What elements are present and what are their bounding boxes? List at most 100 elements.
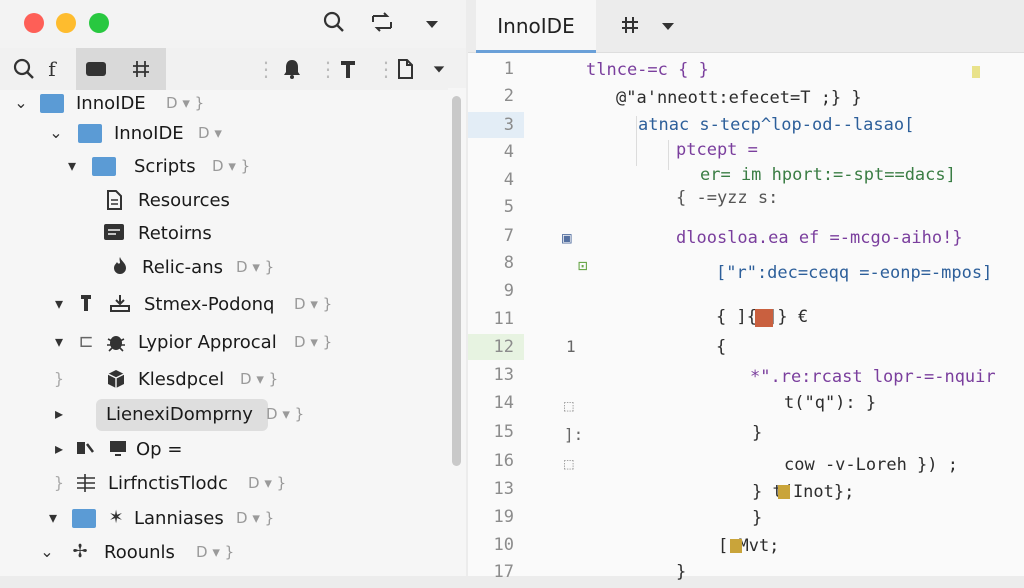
tree-item-klesdpcel[interactable]: } Klesdpcel D ▾ } — [0, 364, 440, 396]
tree-item-retoirns[interactable]: Retoirns — [0, 218, 440, 250]
code-line[interactable]: atnac s-tecp^lop-od--lasao[ — [638, 115, 914, 135]
code-line[interactable]: dloosloa.ea ef =-mcgo-aiho!} — [676, 228, 963, 248]
chevron-down-icon[interactable]: ▾ — [44, 508, 62, 527]
tree-item-relic-ans[interactable]: Relic-ans D ▾ } — [0, 252, 440, 284]
code-line[interactable]: { -=yzz s: — [676, 188, 778, 208]
code-line[interactable]: } — [752, 423, 762, 443]
change-marker[interactable]: ⊡ — [578, 256, 588, 275]
tree-item-label: InnoIDE — [114, 123, 184, 144]
tree-item-scripts[interactable]: ▾ Scripts D ▾ } — [0, 151, 440, 183]
tree-item-lypior-approcal[interactable]: ▾ ⊏ Lypior Approcal D ▾ } — [0, 327, 440, 359]
document-icon[interactable] — [394, 54, 416, 84]
gutter-marker[interactable]: ⬚ — [564, 454, 574, 473]
editor-panel: InnoIDE 1 2 3 4 4 5 7 8 9 11 12 13 14 15… — [468, 0, 1024, 582]
chevron-down-icon[interactable]: ⌄ — [12, 93, 30, 112]
code-line[interactable]: { — [716, 337, 726, 357]
tray-icon — [108, 293, 132, 315]
line-number: 14 — [493, 393, 514, 413]
folder-icon — [92, 155, 116, 177]
divider: ⋮ — [256, 57, 276, 81]
line-number: 10 — [493, 535, 514, 555]
line-number: 13 — [493, 365, 514, 385]
chevron-down-icon[interactable] — [424, 12, 440, 40]
chevron-down-icon[interactable]: ⌄ — [47, 123, 65, 142]
minimize-window-button[interactable] — [56, 13, 76, 33]
tree-item-lienexidomprny[interactable]: ▸ LienexiDomprny D ▾ } — [0, 399, 440, 431]
code-line[interactable]: @"a'nneott:efecet=T ;} } — [616, 88, 862, 108]
tree-item-label: LienexiDomprny — [106, 404, 253, 425]
flow-icon[interactable] — [370, 10, 394, 42]
indent-guide — [636, 116, 637, 166]
chevron-down-icon[interactable]: ▾ — [63, 156, 81, 175]
folder-icon — [40, 92, 64, 114]
indent-guide — [668, 140, 669, 170]
maximize-window-button[interactable] — [89, 13, 109, 33]
panel-icon[interactable] — [76, 48, 116, 90]
tree-item-resources[interactable]: Resources — [0, 185, 440, 217]
color-swatch — [755, 309, 773, 327]
tools-icon — [74, 438, 98, 460]
tree-item-meta: D ▾ } — [166, 94, 205, 112]
breakpoint-marker[interactable]: ▣ — [562, 228, 572, 247]
bell-icon[interactable] — [280, 54, 304, 84]
collapsed-indicator[interactable]: } — [50, 369, 68, 388]
code-line[interactable]: tlnce-=c { } — [586, 60, 709, 80]
folder-icon — [78, 122, 102, 144]
code-line[interactable]: [-Mvt; — [718, 536, 779, 556]
code-line[interactable]: cow -v-Loreh }) ; — [784, 455, 958, 475]
chevron-down-icon[interactable]: ⌄ — [38, 542, 56, 561]
gutter-marker[interactable]: ⬚ — [564, 396, 574, 415]
line-number: 5 — [503, 197, 514, 217]
pin-icon[interactable] — [338, 54, 358, 84]
code-line[interactable]: } — [676, 562, 686, 582]
chevron-down-icon[interactable]: ▾ — [50, 332, 68, 351]
editor-tab-bar: InnoIDE — [468, 0, 1024, 53]
monitor-icon — [106, 438, 130, 460]
tree-item-innoide[interactable]: ⌄ InnoIDE D ▾ — [0, 118, 440, 150]
code-line[interactable]: ["r":dec=ceqq =-eonp=-mpos] — [716, 263, 992, 283]
scrollbar-thumb[interactable] — [452, 96, 461, 466]
color-swatch — [972, 66, 980, 78]
chevron-down-icon[interactable] — [430, 54, 448, 84]
tree-item-label: Resources — [138, 190, 230, 211]
line-number: 19 — [493, 507, 514, 527]
grid-icon[interactable] — [620, 14, 640, 40]
tab-innoide[interactable]: InnoIDE — [476, 0, 596, 53]
close-window-button[interactable] — [24, 13, 44, 33]
chevron-down-icon[interactable]: ▾ — [50, 294, 68, 313]
tree-item-meta: D ▾ } — [248, 474, 287, 492]
tree-item-roounls[interactable]: ⌄ ✢ Roounls D ▾ } — [0, 537, 440, 569]
search-icon[interactable] — [322, 10, 346, 42]
color-swatch — [730, 539, 742, 553]
tree-item-lirfnctistlodc[interactable]: } LirfnctisTlodc D ▾ } — [0, 468, 440, 500]
function-icon[interactable]: f — [42, 54, 62, 84]
chevron-down-icon[interactable] — [660, 18, 676, 38]
search-icon[interactable] — [10, 54, 38, 84]
tree-item-stmex-podonq[interactable]: ▾ Stmex-Podonq D ▾ } — [0, 289, 440, 321]
gutter-marker[interactable]: ]: — [564, 425, 583, 444]
code-line[interactable]: } — [752, 508, 762, 528]
tree-item-meta: D ▾ — [198, 124, 222, 142]
collapsed-indicator[interactable]: } — [50, 473, 68, 492]
tree-item-label: Scripts — [134, 156, 196, 177]
code-line[interactable]: er= im hport:=-spt==dacs] — [700, 165, 956, 185]
tree-item-label: Klesdpcel — [138, 369, 225, 390]
tree-item-meta: D ▾ } — [240, 370, 279, 388]
tree-item-meta: D ▾ } — [212, 157, 251, 175]
tree-item-label: Lanniases — [134, 508, 224, 529]
tree-item-innoide-root[interactable]: ⌄ InnoIDE D ▾ } — [0, 88, 440, 120]
tree-item-label: Op = — [136, 439, 183, 460]
grid-icon[interactable] — [116, 48, 166, 90]
list-icon — [102, 222, 126, 244]
chevron-right-icon[interactable]: ▸ — [50, 439, 68, 458]
fold-marker[interactable]: 1 — [566, 337, 576, 356]
code-line[interactable]: t("q"): } — [784, 393, 876, 413]
tree-item-label: Stmex-Podonq — [144, 294, 275, 315]
color-swatch — [778, 485, 790, 499]
tree-item-op[interactable]: ▸ Op = — [0, 434, 440, 466]
tree-item-lanniases[interactable]: ▾ ✶ Lanniases D ▾ } — [0, 503, 440, 535]
code-line[interactable]: ptcept = — [676, 140, 758, 160]
code-line[interactable]: *".re:rcast lopr-=-nquir — [750, 367, 996, 387]
code-line[interactable]: } t(Inot}; — [752, 482, 854, 502]
chevron-right-icon[interactable]: ▸ — [50, 404, 68, 423]
